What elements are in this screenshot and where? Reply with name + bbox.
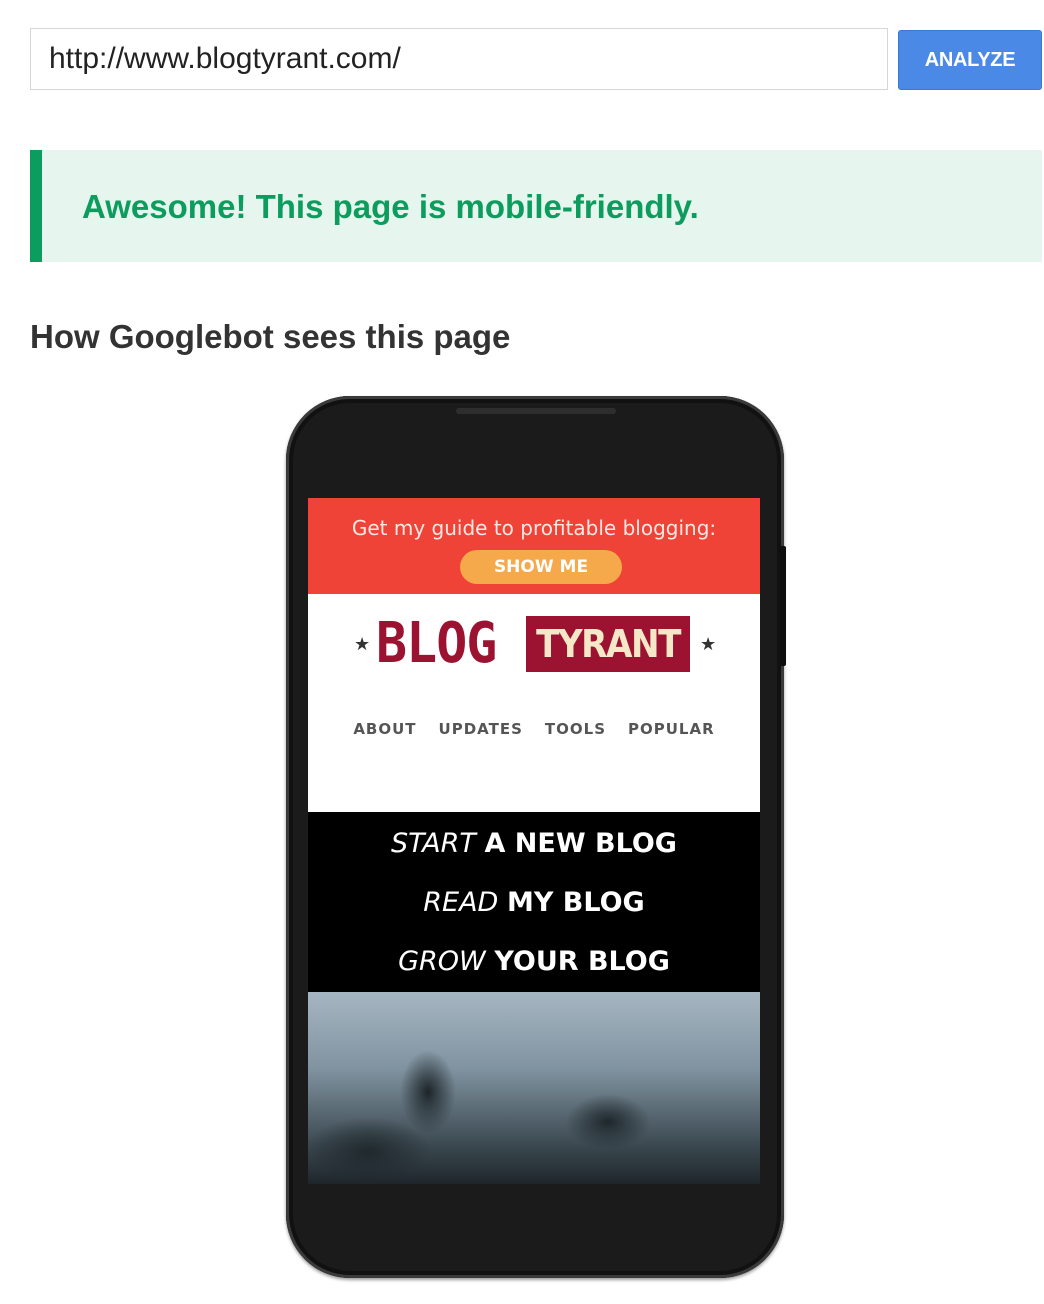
- phone-speaker: [456, 408, 616, 414]
- cta-italic: START: [391, 828, 476, 859]
- result-banner: Awesome! This page is mobile-friendly.: [30, 150, 1042, 262]
- cta-section: START A NEW BLOG READ MY BLOG GROW YOUR …: [308, 812, 760, 992]
- cta-grow-blog[interactable]: GROW YOUR BLOG: [308, 946, 760, 977]
- analyze-button[interactable]: ANALYZE: [898, 30, 1042, 90]
- show-me-button[interactable]: SHOW ME: [460, 550, 622, 584]
- logo-tyrant[interactable]: TYRANT: [526, 616, 690, 672]
- promo-bar: Get my guide to profitable blogging: SHO…: [308, 498, 760, 594]
- cta-bold: YOUR BLOG: [494, 946, 670, 977]
- nav-item-about[interactable]: ABOUT: [353, 720, 416, 738]
- logo-blog[interactable]: BLOG: [376, 611, 497, 676]
- cta-bold: MY BLOG: [506, 887, 645, 918]
- cta-italic: GROW: [398, 946, 486, 977]
- promo-text: Get my guide to profitable blogging:: [351, 516, 717, 540]
- phone-frame: Get my guide to profitable blogging: SHO…: [286, 396, 786, 1278]
- cta-read-blog[interactable]: READ MY BLOG: [308, 887, 760, 918]
- site-header: ★ BLOG TYRANT ★ ABOUT UPDATES TOOLS POPU…: [308, 594, 760, 812]
- result-message: Awesome! This page is mobile-friendly.: [82, 188, 699, 225]
- phone-screen: Get my guide to profitable blogging: SHO…: [308, 498, 760, 1184]
- nav-item-popular[interactable]: POPULAR: [628, 720, 715, 738]
- nav-item-tools[interactable]: TOOLS: [545, 720, 606, 738]
- cta-italic: READ: [423, 887, 499, 918]
- hero-photo: [308, 992, 760, 1184]
- cta-bold: A NEW BLOG: [484, 828, 677, 859]
- preview-heading: How Googlebot sees this page: [30, 318, 511, 355]
- nav-item-updates[interactable]: UPDATES: [439, 720, 523, 738]
- url-input[interactable]: [30, 28, 888, 90]
- phone-side-button: [780, 546, 786, 666]
- cta-start-blog[interactable]: START A NEW BLOG: [308, 828, 760, 859]
- site-nav: ABOUT UPDATES TOOLS POPULAR: [308, 720, 760, 738]
- star-icon: ★: [700, 634, 717, 654]
- result-accent-bar: [30, 150, 42, 262]
- star-icon: ★: [354, 634, 371, 654]
